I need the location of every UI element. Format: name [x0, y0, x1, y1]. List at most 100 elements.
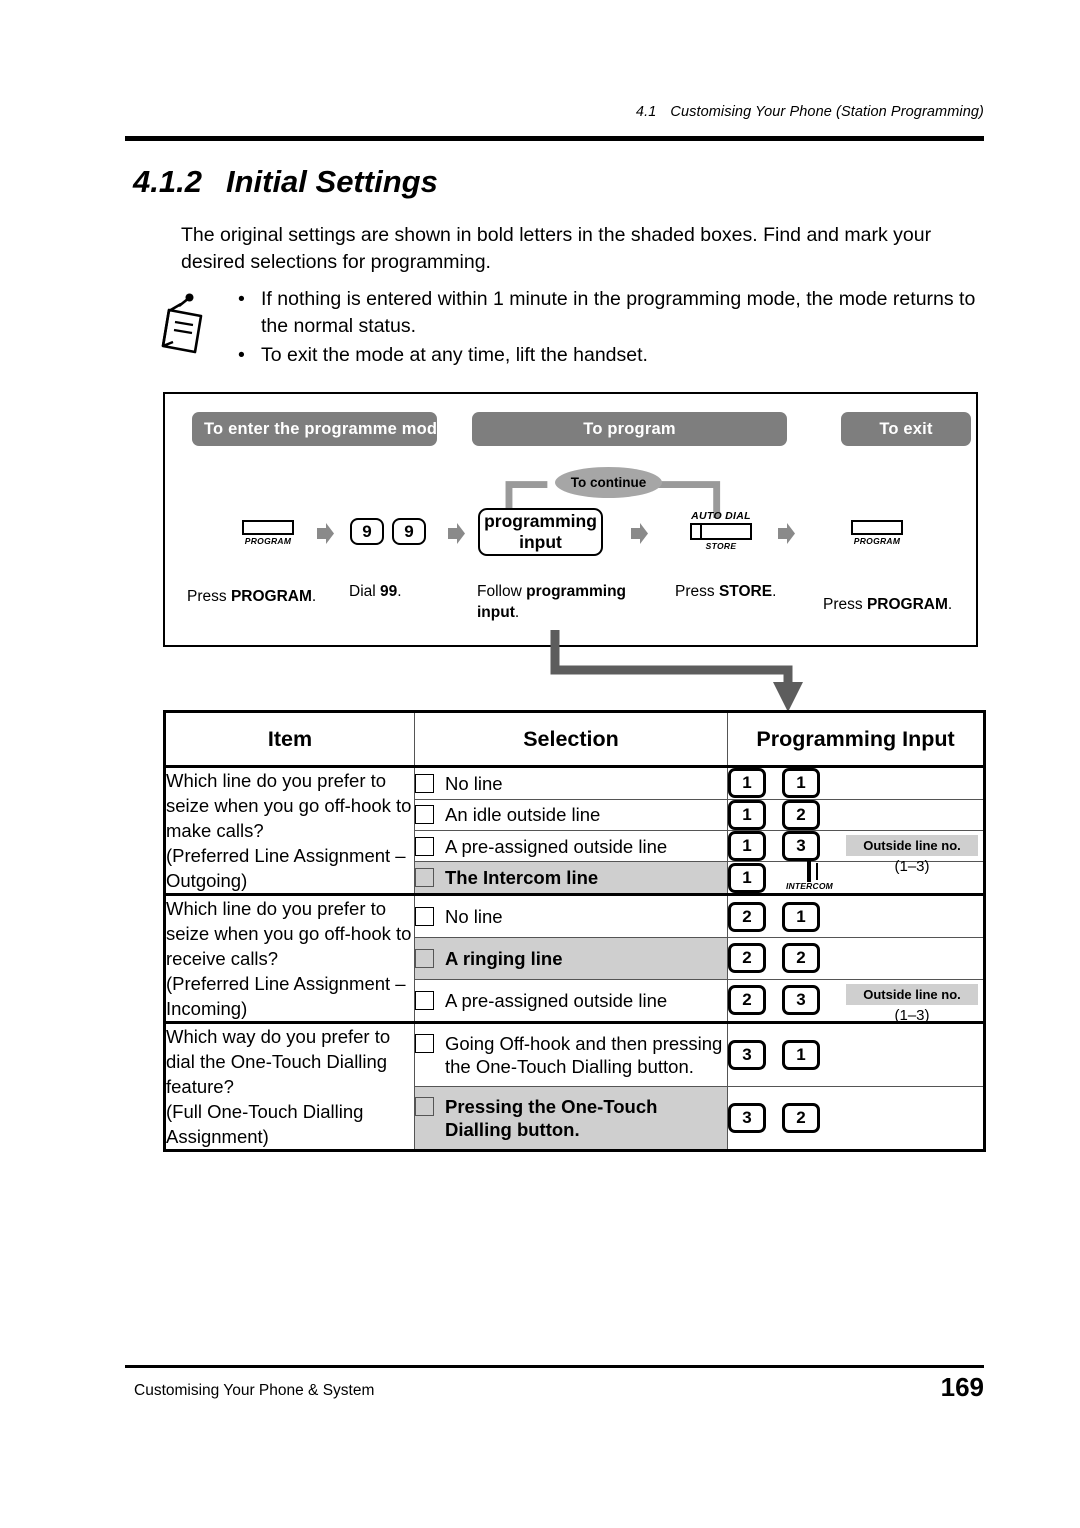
table-row: Which line do you prefer to seize when y…	[163, 766, 986, 896]
selection-cell[interactable]: An idle outside line	[414, 798, 728, 831]
caption-press-store: Press STORE.	[675, 581, 815, 602]
caption-text: Dial	[349, 583, 381, 600]
caption-press-program: Press PROGRAM.	[187, 586, 337, 607]
selection-label: No line	[445, 906, 503, 928]
step-store-key: AUTO DIAL STORE	[676, 510, 766, 552]
column-header-programming-input: Programming Input	[727, 710, 986, 768]
store-key-label: STORE	[705, 541, 737, 551]
flow-arrow-icon	[778, 523, 795, 544]
dial-key-9-second: 9	[392, 518, 426, 545]
caption-text: Press	[187, 588, 231, 605]
flow-arrow-icon	[448, 523, 465, 544]
note-list: • If nothing is entered within 1 minute …	[229, 286, 985, 369]
programming-key: 3	[782, 985, 820, 1016]
programming-key: 1	[728, 831, 766, 862]
programming-input-cell: 1 2	[727, 798, 986, 831]
programming-key: 3	[728, 1040, 766, 1070]
bullet-icon: •	[238, 288, 245, 310]
selection-checkbox[interactable]	[415, 773, 434, 793]
selection-checkbox[interactable]	[415, 1097, 434, 1116]
programming-key: 1	[782, 1040, 820, 1070]
program-key-label: PROGRAM	[853, 536, 901, 546]
programming-input-cell: 1 1	[727, 766, 986, 800]
programming-input-box: programming input	[478, 508, 603, 556]
page-title: 4.1.2 Initial Settings	[133, 164, 438, 200]
intercom-key-label: INTERCOM	[786, 881, 833, 892]
intro-paragraph: The original settings are shown in bold …	[181, 224, 932, 273]
table-row: Which line do you prefer to seize when y…	[163, 893, 986, 1024]
programming-key: 2	[782, 943, 820, 974]
selection-label: Pressing the One-Touch Dialling button.	[445, 1096, 658, 1140]
selection-checkbox[interactable]	[415, 836, 434, 856]
selection-cell[interactable]: A pre-assigned outside line	[414, 829, 728, 863]
programming-key: 2	[728, 901, 766, 932]
selection-label: A pre-assigned outside line	[445, 989, 668, 1011]
programming-key: 1	[782, 901, 820, 932]
programming-key: 3	[782, 831, 820, 862]
selection-checkbox[interactable]	[415, 868, 434, 888]
running-header-title: Customising Your Phone (Station Programm…	[670, 104, 984, 120]
outside-line-no-range: (1–3)	[894, 1006, 930, 1024]
caption-text: Press	[823, 596, 867, 613]
caption-bold: PROGRAM	[230, 588, 312, 605]
selection-cell-default[interactable]: A ringing line	[414, 937, 728, 980]
selection-cell[interactable]: Going Off-hook and then pressing the One…	[414, 1022, 728, 1087]
programming-key: 1	[782, 768, 820, 799]
programming-input-cell: 2 3 Outside line no. (1–3)	[727, 978, 986, 1025]
note-item-text: If nothing is entered within 1 minute in…	[261, 288, 976, 337]
programming-key: 1	[728, 799, 766, 830]
programming-key: 2	[782, 1103, 820, 1133]
caption-tail: .	[947, 596, 953, 613]
selection-cell-default[interactable]: The Intercom line	[414, 861, 728, 896]
bullet-icon: •	[238, 344, 245, 366]
selection-label: An idle outside line	[445, 804, 601, 826]
selection-label: The Intercom line	[445, 867, 599, 889]
outside-line-no-label: Outside line no.	[846, 834, 978, 856]
page-number: 169	[940, 1372, 984, 1402]
selection-checkbox[interactable]	[415, 948, 434, 968]
step-program-key: PROGRAM	[232, 520, 304, 547]
header-rule	[125, 136, 984, 141]
page-title-number: 4.1.2	[133, 164, 202, 199]
store-key-divider	[700, 525, 702, 538]
caption-bold: 99	[380, 583, 398, 600]
programming-key: 2	[782, 799, 820, 830]
selection-cell[interactable]: No line	[414, 766, 728, 800]
flow-arrow-icon	[317, 523, 334, 544]
item-cell-one-touch: Which way do you prefer to dial the One-…	[163, 1022, 415, 1152]
settings-table: Item Selection Programming Input Which l…	[163, 710, 986, 1152]
programming-key: 1	[728, 862, 766, 893]
running-header: 4.1 Customising Your Phone (Station Progr…	[636, 104, 984, 120]
selection-label: Going Off-hook and then pressing the One…	[445, 1033, 723, 1077]
footer-rule	[125, 1365, 984, 1368]
step-exit-program-key: PROGRAM	[841, 520, 913, 547]
selection-checkbox[interactable]	[415, 1034, 434, 1053]
programming-input-line2: input	[519, 532, 562, 552]
note-block: • If nothing is entered within 1 minute …	[155, 286, 985, 371]
note-pad-icon	[155, 292, 217, 354]
note-item-text: To exit the mode at any time, lift the h…	[261, 344, 648, 366]
running-header-number: 4.1	[635, 104, 657, 120]
programming-input-cell: 1 3 Outside line no. (1–3)	[727, 829, 986, 875]
caption-follow-programming-input: Follow programming input.	[477, 581, 652, 623]
programming-input-cell: 2 2	[727, 937, 986, 980]
selection-checkbox[interactable]	[415, 805, 434, 825]
programming-input-cell: 3 2	[727, 1086, 986, 1152]
continue-label-pill: To continue	[555, 467, 662, 498]
selection-cell[interactable]: No line	[414, 893, 728, 939]
procedure-panel: To enter the programme mode To program T…	[163, 392, 978, 647]
outside-line-no-tag: Outside line no. (1–3)	[846, 983, 978, 1024]
footer-text: Customising Your Phone & System	[134, 1382, 375, 1399]
selection-checkbox[interactable]	[415, 907, 434, 927]
selection-checkbox[interactable]	[415, 990, 434, 1010]
table-row: Which way do you prefer to dial the One-…	[163, 1022, 986, 1152]
selection-cell-default[interactable]: Pressing the One-Touch Dialling button.	[414, 1086, 728, 1152]
program-key-label: PROGRAM	[244, 536, 292, 546]
item-cell-incoming: Which line do you prefer to seize when y…	[163, 894, 415, 1024]
programming-key: 2	[728, 943, 766, 974]
auto-dial-key-toplabel: AUTO DIAL	[691, 510, 751, 522]
selection-cell[interactable]: A pre-assigned outside line	[414, 978, 728, 1025]
page-title-text: Initial Settings	[225, 164, 438, 199]
intercom-key-box	[807, 861, 812, 883]
caption-bold: PROGRAM	[866, 596, 948, 613]
